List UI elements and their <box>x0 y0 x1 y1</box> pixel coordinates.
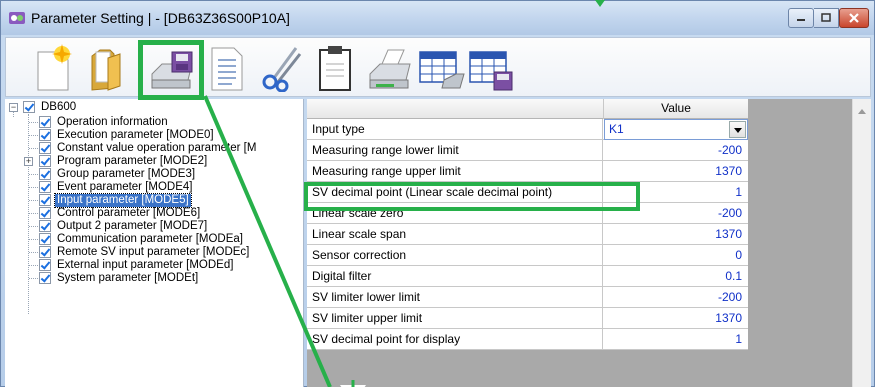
chevron-down-icon[interactable] <box>729 121 746 138</box>
checkbox-icon[interactable] <box>39 220 51 232</box>
new-file-icon <box>37 44 72 91</box>
close-button[interactable] <box>839 8 869 28</box>
open-button[interactable] <box>88 44 134 92</box>
clipboard-icon <box>319 46 351 91</box>
cut-button[interactable] <box>258 44 304 93</box>
toolbar <box>5 37 871 97</box>
table-transfer-icon <box>419 51 465 89</box>
open-folder-icon <box>91 49 121 91</box>
table-save-button[interactable] <box>466 44 513 92</box>
minimize-button[interactable] <box>788 8 814 28</box>
new-file-button[interactable] <box>32 44 78 92</box>
minimize-icon <box>797 19 805 21</box>
sv-decimal-highlight-box <box>304 182 640 211</box>
value-column-header: Value <box>661 101 691 115</box>
paste-button[interactable] <box>312 44 358 92</box>
grid-row[interactable]: Measuring range upper limit 1370 <box>307 161 748 182</box>
parameter-tree: − DB600 Operation information Execution … <box>5 99 304 387</box>
grid-row[interactable]: Measuring range lower limit -200 <box>307 140 748 161</box>
save-highlight-box <box>138 40 204 100</box>
checkbox-icon[interactable] <box>39 155 51 167</box>
checkbox-icon[interactable] <box>39 116 51 128</box>
window-title: Parameter Setting | - [DB63Z36S00P10A] <box>31 10 290 26</box>
vertical-scrollbar[interactable] <box>852 99 871 387</box>
checkbox-icon[interactable] <box>39 142 51 154</box>
grid-row[interactable]: SV decimal point for display 1 <box>307 329 748 350</box>
collapse-root-button[interactable]: − <box>9 103 18 112</box>
printer-icon <box>369 49 411 89</box>
table-transfer-button[interactable] <box>416 44 465 92</box>
checkbox-icon[interactable] <box>39 207 51 219</box>
grid-row[interactable]: SV limiter upper limit 1370 <box>307 308 748 329</box>
checkbox-icon[interactable] <box>39 168 51 180</box>
grid-row[interactable]: Input type K1 <box>307 119 748 140</box>
grid-row[interactable]: Digital filter 0.1 <box>307 266 748 287</box>
checkbox-icon[interactable] <box>39 194 51 206</box>
checkbox-icon[interactable] <box>39 259 51 271</box>
scissors-icon <box>262 47 302 93</box>
grid-row[interactable]: SV limiter lower limit -200 <box>307 287 748 308</box>
grid-row[interactable]: Sensor correction 0 <box>307 245 748 266</box>
checkbox-icon[interactable] <box>39 272 51 284</box>
checkbox-icon[interactable] <box>39 181 51 193</box>
expand-program-button[interactable]: + <box>24 157 33 166</box>
print-button[interactable] <box>366 44 412 92</box>
checkbox-icon[interactable] <box>39 246 51 258</box>
maximize-icon <box>821 13 831 22</box>
input-type-select[interactable]: K1 <box>604 119 748 140</box>
document-button[interactable] <box>204 44 250 92</box>
scroll-up-icon[interactable] <box>858 109 866 114</box>
close-icon <box>849 13 859 23</box>
document-icon <box>211 47 243 91</box>
grid-row[interactable]: Linear scale span 1370 <box>307 224 748 245</box>
maximize-button[interactable] <box>814 8 839 28</box>
grid-header: Value <box>307 99 748 119</box>
checkbox-icon[interactable] <box>39 233 51 245</box>
checkbox-icon[interactable] <box>23 101 35 113</box>
table-save-icon <box>469 51 513 91</box>
title-bar: Parameter Setting | - [DB63Z36S00P10A] <box>1 1 874 35</box>
app-icon <box>9 12 25 24</box>
checkbox-icon[interactable] <box>39 129 51 141</box>
